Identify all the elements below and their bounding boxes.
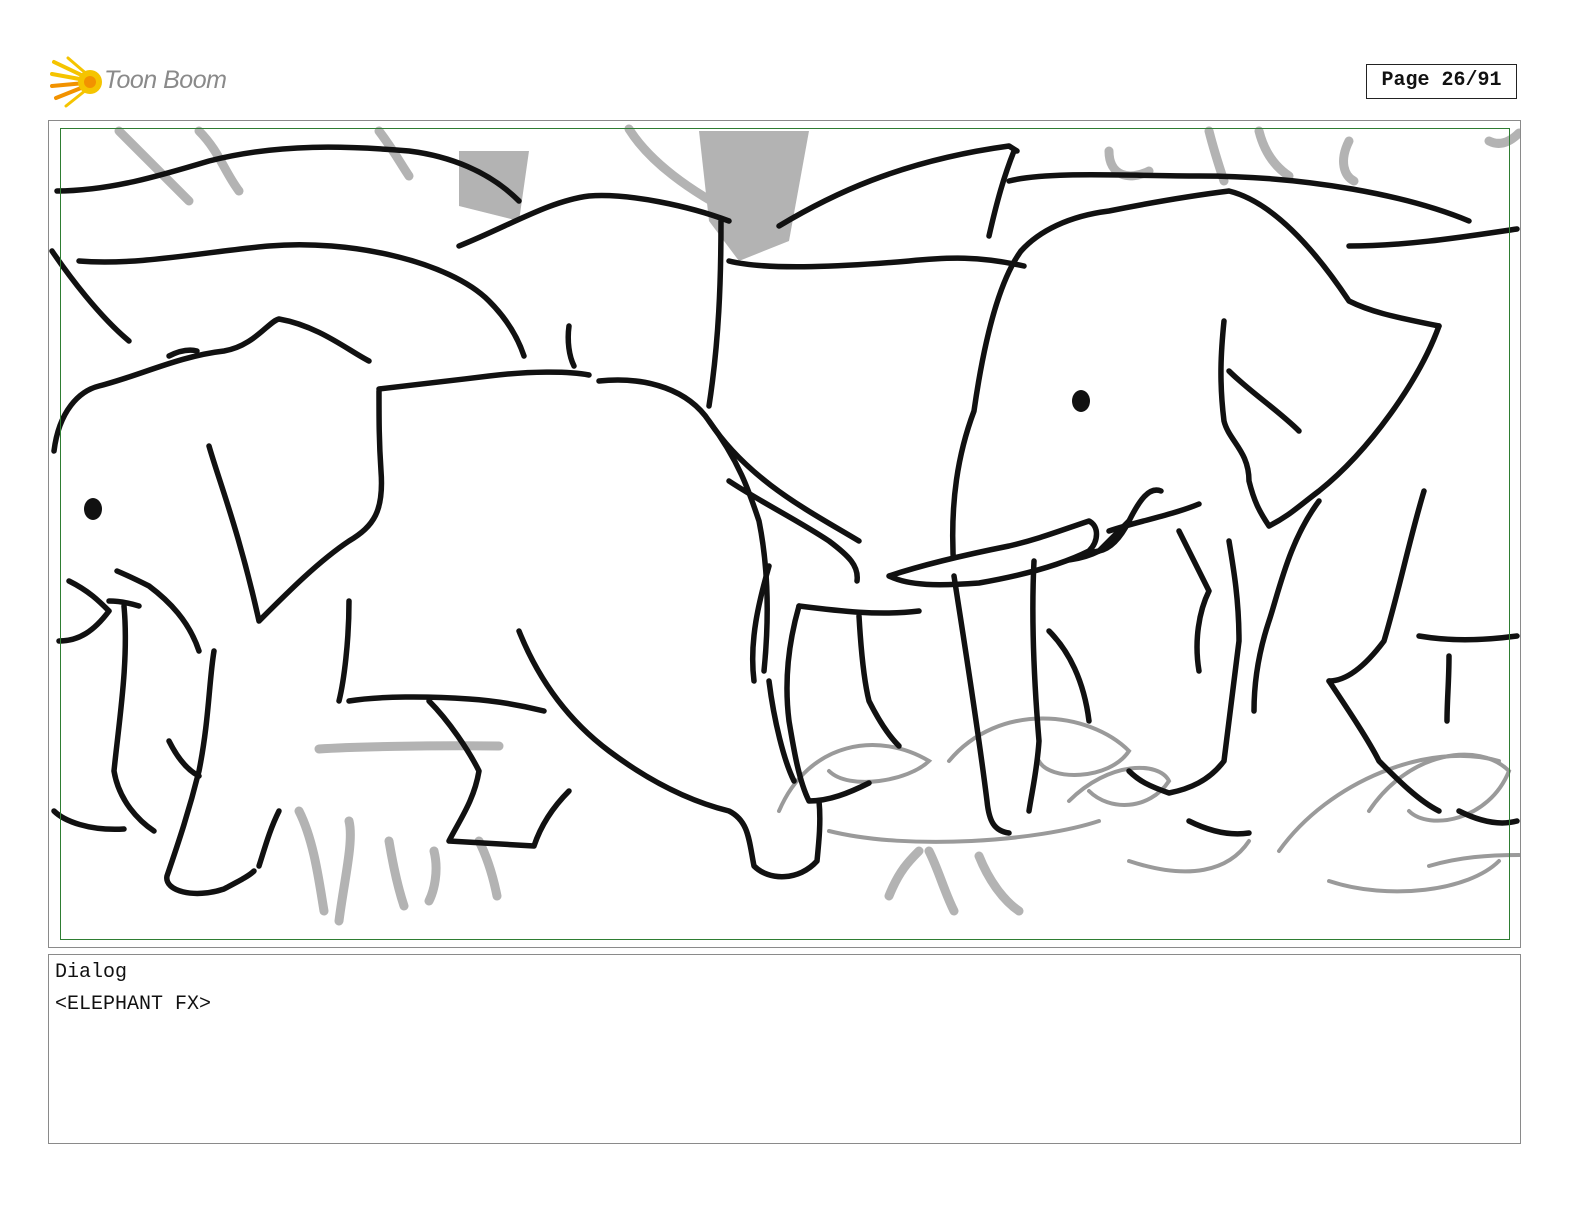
dialog-label: Dialog — [55, 961, 128, 984]
logo-text: Toon Boom — [104, 66, 227, 94]
starburst-icon — [50, 56, 102, 108]
elephant-herd-sketch — [49, 124, 1520, 926]
page-number: Page 26/91 — [1366, 64, 1517, 99]
elephant-outlines — [49, 143, 1520, 897]
storyboard-panel — [48, 120, 1521, 948]
dialog-box: Dialog <ELEPHANT FX> — [48, 954, 1521, 1144]
dialog-text: <ELEPHANT FX> — [55, 993, 212, 1016]
elephant-eyes — [84, 390, 1090, 520]
toon-boom-logo: Toon Boom — [50, 56, 250, 108]
dust-swirls — [777, 716, 1520, 894]
